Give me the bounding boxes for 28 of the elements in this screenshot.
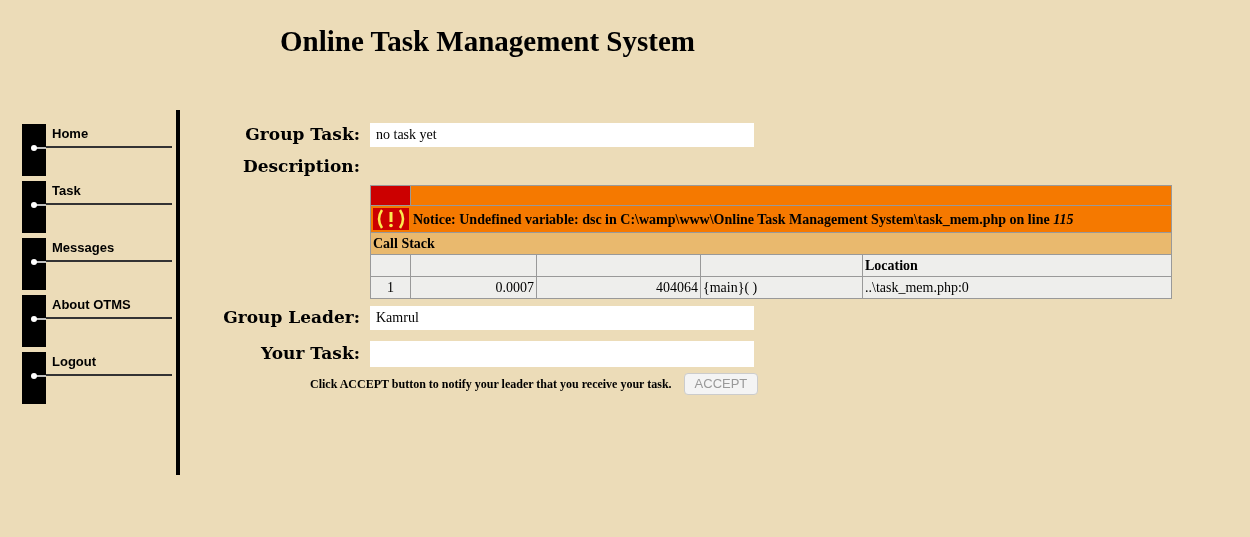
table-cell: 404064 (536, 276, 701, 299)
page-title: Online Task Management System (280, 24, 696, 59)
warning-icon (373, 208, 409, 230)
nav-link[interactable]: Logout (46, 352, 172, 374)
bullet-icon (22, 238, 46, 290)
nav-link[interactable]: Home (46, 124, 172, 146)
your-task-field[interactable] (370, 340, 754, 367)
field-label: Your Task: (259, 341, 360, 365)
bullet-icon (22, 181, 46, 233)
column-header: Location (862, 254, 1172, 277)
field-label: Group Leader: (222, 306, 360, 329)
table-cell: 0.0007 (410, 276, 537, 299)
nav-link[interactable]: About OTMS (46, 295, 172, 317)
table-cell: {main}( ) (700, 276, 863, 299)
group-leader-field[interactable]: Kamrul (370, 305, 754, 330)
bullet-icon (22, 295, 46, 347)
error-message: Notice: Undefined variable: dsc in C:\wamp\www\Online Task Management System\task_mem.php on line 115 (413, 210, 1074, 229)
nav-link[interactable]: Task (46, 181, 172, 203)
field-label: Group Task: (244, 123, 360, 146)
instruction-text: Click ACCEPT button to notify your leader that you receive your task. (310, 375, 672, 393)
group-task-field[interactable]: no task yet (370, 122, 754, 147)
bullet-icon (22, 124, 46, 176)
nav-link[interactable]: Messages (46, 238, 172, 260)
table-cell: 1 (370, 276, 411, 299)
bullet-icon (22, 352, 46, 404)
table-cell: ..\task_mem.php:0 (862, 276, 1172, 299)
call-stack-heading: Call Stack (370, 232, 1172, 255)
field-label: Description: (241, 154, 360, 178)
